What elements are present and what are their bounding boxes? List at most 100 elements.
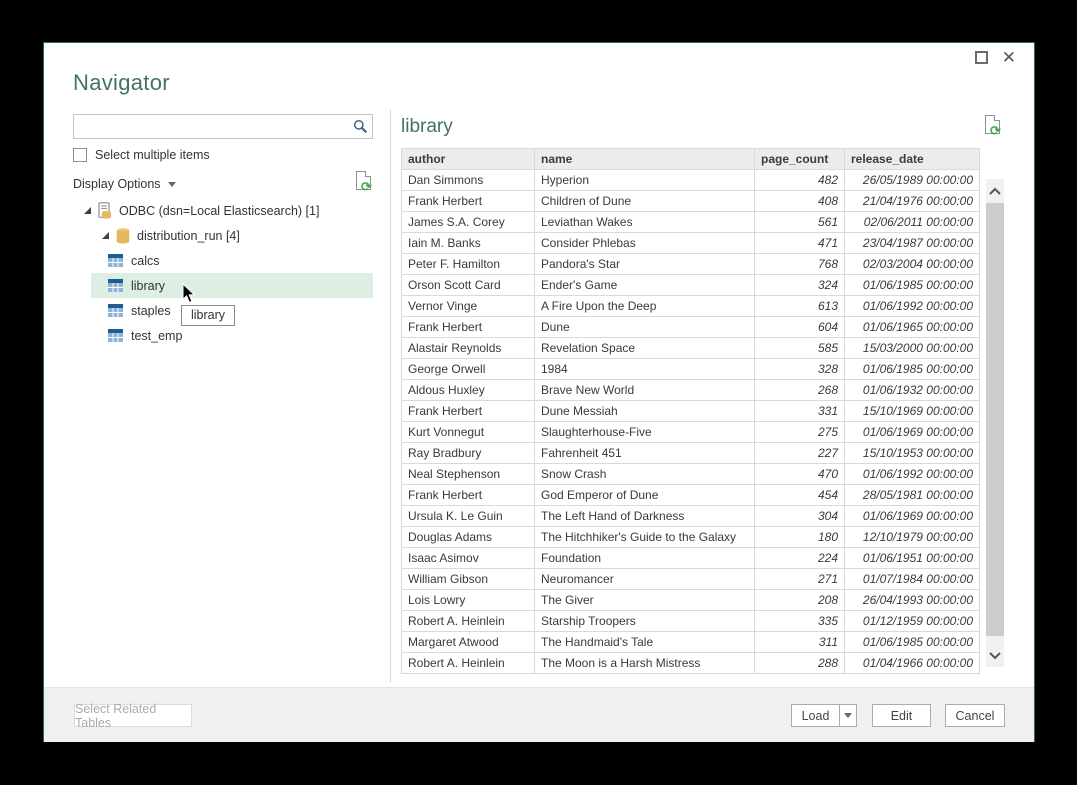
maximize-icon[interactable]	[975, 51, 988, 64]
table-cell: Ursula K. Le Guin	[402, 506, 535, 527]
page-title: Navigator	[73, 70, 170, 96]
table-cell: Robert A. Heinlein	[402, 653, 535, 674]
odbc-source-icon	[98, 202, 112, 219]
table-row: Aldous HuxleyBrave New World26801/06/193…	[402, 380, 980, 401]
table-row: Robert A. HeinleinStarship Troopers33501…	[402, 611, 980, 632]
table-cell: 304	[755, 506, 845, 527]
chevron-down-icon	[168, 182, 176, 187]
table-cell: 331	[755, 401, 845, 422]
table-cell: The Giver	[535, 590, 755, 611]
edit-button[interactable]: Edit	[872, 704, 931, 727]
search-icon[interactable]	[348, 115, 372, 138]
table-cell: 15/10/1953 00:00:00	[845, 443, 980, 464]
table-cell: Margaret Atwood	[402, 632, 535, 653]
scroll-down-icon[interactable]	[986, 645, 1004, 665]
refresh-preview-button[interactable]: ⟳	[985, 115, 1003, 138]
column-header-release-date[interactable]: release_date	[845, 149, 980, 170]
table-cell: Isaac Asimov	[402, 548, 535, 569]
tree-node-label: ODBC (dsn=Local Elasticsearch) [1]	[119, 204, 319, 218]
table-cell: 01/06/1932 00:00:00	[845, 380, 980, 401]
select-multiple-checkbox[interactable]	[73, 148, 87, 162]
table-cell: 28/05/1981 00:00:00	[845, 485, 980, 506]
column-header-name[interactable]: name	[535, 149, 755, 170]
column-header-author[interactable]: author	[402, 149, 535, 170]
refresh-icon: ⟳	[990, 123, 1001, 139]
display-options-dropdown[interactable]: Display Options	[73, 177, 176, 191]
select-related-tables-button[interactable]: Select Related Tables	[74, 704, 192, 727]
table-row: Orson Scott CardEnder's Game32401/06/198…	[402, 275, 980, 296]
table-cell: Douglas Adams	[402, 527, 535, 548]
table-cell: 471	[755, 233, 845, 254]
table-cell: 12/10/1979 00:00:00	[845, 527, 980, 548]
scroll-up-icon[interactable]	[986, 181, 1004, 201]
refresh-sources-button[interactable]: ⟳	[356, 171, 374, 194]
table-row: Frank HerbertDune Messiah33115/10/1969 0…	[402, 401, 980, 422]
refresh-icon: ⟳	[361, 179, 372, 195]
tree-item-library[interactable]: library	[91, 273, 373, 298]
table-cell: Iain M. Banks	[402, 233, 535, 254]
window-controls: ✕	[975, 51, 1016, 64]
table-cell: 324	[755, 275, 845, 296]
table-cell: 268	[755, 380, 845, 401]
display-options-label: Display Options	[73, 177, 161, 191]
table-cell: 604	[755, 317, 845, 338]
table-cell: Pandora's Star	[535, 254, 755, 275]
table-row: Isaac AsimovFoundation22401/06/1951 00:0…	[402, 548, 980, 569]
table-cell: 01/06/1985 00:00:00	[845, 275, 980, 296]
table-cell: Hyperion	[535, 170, 755, 191]
cancel-button[interactable]: Cancel	[945, 704, 1005, 727]
table-row: Ursula K. Le GuinThe Left Hand of Darkne…	[402, 506, 980, 527]
tree-node-odbc-source[interactable]: ODBC (dsn=Local Elasticsearch) [1]	[73, 198, 373, 223]
table-cell: Children of Dune	[535, 191, 755, 212]
footer-bar: Select Related Tables Load Edit Cancel	[44, 687, 1034, 742]
preview-table: author name page_count release_date Dan …	[401, 148, 980, 674]
column-header-page-count[interactable]: page_count	[755, 149, 845, 170]
table-cell: Starship Troopers	[535, 611, 755, 632]
document-fold	[365, 171, 371, 177]
table-cell: The Hitchhiker's Guide to the Galaxy	[535, 527, 755, 548]
table-cell: Slaughterhouse-Five	[535, 422, 755, 443]
table-cell: 224	[755, 548, 845, 569]
search-input[interactable]	[74, 115, 348, 138]
table-cell: 15/10/1969 00:00:00	[845, 401, 980, 422]
table-cell: 23/04/1987 00:00:00	[845, 233, 980, 254]
table-cell: 482	[755, 170, 845, 191]
table-icon	[108, 279, 123, 292]
table-cell: 01/06/1969 00:00:00	[845, 506, 980, 527]
close-icon[interactable]: ✕	[1002, 51, 1016, 64]
load-split-button: Load	[791, 704, 857, 727]
table-cell: 288	[755, 653, 845, 674]
table-row: Frank HerbertDune60401/06/1965 00:00:00	[402, 317, 980, 338]
tree-node-label: distribution_run [4]	[137, 229, 240, 243]
load-dropdown-button[interactable]	[840, 704, 857, 727]
table-cell: 613	[755, 296, 845, 317]
table-row: Frank HerbertGod Emperor of Dune45428/05…	[402, 485, 980, 506]
expander-icon[interactable]	[84, 207, 91, 214]
table-cell: 768	[755, 254, 845, 275]
table-row: Ray BradburyFahrenheit 45122715/10/1953 …	[402, 443, 980, 464]
tree-item-label: calcs	[131, 254, 159, 268]
table-cell: The Moon is a Harsh Mistress	[535, 653, 755, 674]
table-cell: 01/06/1951 00:00:00	[845, 548, 980, 569]
table-cell: Ender's Game	[535, 275, 755, 296]
vertical-scrollbar[interactable]	[986, 179, 1004, 667]
tree-item-test-emp[interactable]: test_emp	[91, 323, 373, 348]
chevron-down-icon	[844, 713, 852, 718]
table-row: Dan SimmonsHyperion48226/05/1989 00:00:0…	[402, 170, 980, 191]
tree-node-database[interactable]: distribution_run [4]	[73, 223, 373, 248]
expander-icon[interactable]	[102, 232, 109, 239]
table-cell: Frank Herbert	[402, 191, 535, 212]
table-cell: Dan Simmons	[402, 170, 535, 191]
tree-item-calcs[interactable]: calcs	[91, 248, 373, 273]
table-row: James S.A. CoreyLeviathan Wakes56102/06/…	[402, 212, 980, 233]
table-icon	[108, 254, 123, 267]
table-cell: William Gibson	[402, 569, 535, 590]
scrollbar-thumb[interactable]	[986, 203, 1004, 636]
table-cell: Frank Herbert	[402, 317, 535, 338]
select-multiple-row: Select multiple items	[73, 148, 210, 162]
table-cell: 01/06/1965 00:00:00	[845, 317, 980, 338]
load-button[interactable]: Load	[791, 704, 840, 727]
table-cell: 15/03/2000 00:00:00	[845, 338, 980, 359]
table-cell: Dune	[535, 317, 755, 338]
table-cell: Dune Messiah	[535, 401, 755, 422]
